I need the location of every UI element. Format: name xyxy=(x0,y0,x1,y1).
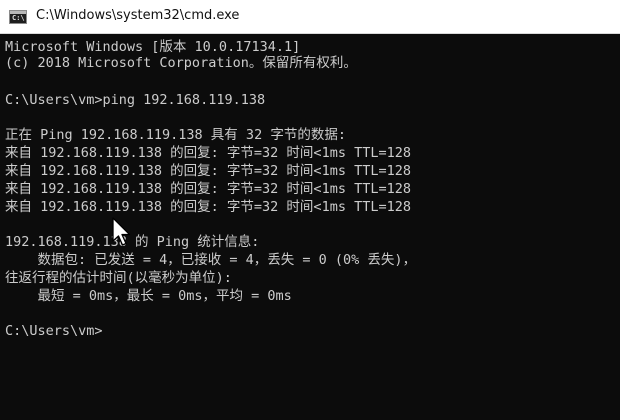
console-line: 正在 Ping 192.168.119.138 具有 32 字节的数据: xyxy=(5,127,346,143)
console-output[interactable]: Microsoft Windows [版本 10.0.17134.1] (c) … xyxy=(0,34,620,420)
arrow-cursor-icon xyxy=(112,217,131,246)
console-line: (c) 2018 Microsoft Corporation。保留所有权利。 xyxy=(5,55,357,71)
console-reply-line: 来自 192.168.119.138 的回复: 字节=32 时间<1ms TTL… xyxy=(5,145,411,161)
cmd-icon[interactable]: C:\ xyxy=(9,10,27,24)
console-prompt-line: C:\Users\vm> xyxy=(5,323,103,339)
console-line: 往返行程的估计时间(以毫秒为单位): xyxy=(5,270,232,286)
cmd-icon-glyph: C:\ xyxy=(12,14,25,22)
window-title: C:\Windows\system32\cmd.exe xyxy=(36,8,240,23)
console-line: 最短 = 0ms，最长 = 0ms，平均 = 0ms xyxy=(5,288,292,304)
console-line: 数据包: 已发送 = 4，已接收 = 4，丢失 = 0 (0% 丢失)， xyxy=(5,252,417,268)
console-reply-line: 来自 192.168.119.138 的回复: 字节=32 时间<1ms TTL… xyxy=(5,199,411,215)
cmd-window: C:\ C:\Windows\system32\cmd.exe Microsof… xyxy=(0,0,620,420)
console-reply-line: 来自 192.168.119.138 的回复: 字节=32 时间<1ms TTL… xyxy=(5,181,411,197)
console-reply-line: 来自 192.168.119.138 的回复: 字节=32 时间<1ms TTL… xyxy=(5,163,411,179)
console-prompt-line: C:\Users\vm>ping 192.168.119.138 xyxy=(5,92,266,108)
title-bar[interactable]: C:\ C:\Windows\system32\cmd.exe xyxy=(0,0,620,34)
